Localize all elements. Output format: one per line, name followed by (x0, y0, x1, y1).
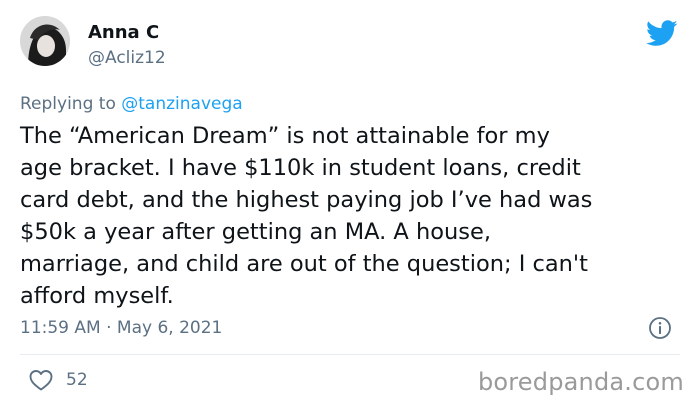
tweet-line: $50k a year after getting an MA. A house… (20, 219, 491, 245)
reply-to-handle-link[interactable]: @tanzinavega (121, 94, 242, 114)
reply-prefix: Replying to (20, 94, 122, 114)
tweet-line: afford myself. (20, 283, 174, 309)
tweet-line: age bracket. I have $110k in student loa… (20, 155, 581, 181)
tweet-line: card debt, and the highest paying job I’… (20, 187, 593, 213)
divider (20, 354, 680, 355)
display-name[interactable]: Anna C (88, 22, 159, 43)
user-handle[interactable]: @Acliz12 (88, 48, 166, 68)
avatar-image (20, 16, 70, 66)
tweet-line: marriage, and child are out of the quest… (20, 251, 588, 277)
twitter-bird-icon[interactable] (646, 20, 678, 47)
reply-context: Replying to @tanzinavega (20, 94, 243, 114)
like-button[interactable]: 52 (28, 368, 88, 392)
tweet-line: The “American Dream” is not attainable f… (20, 123, 550, 149)
watermark: boredpanda.com (477, 368, 684, 396)
tweet-timestamp-link[interactable]: 11:59 AM · May 6, 2021 (20, 318, 222, 338)
tweet-text: The “American Dream” is not attainable f… (20, 120, 685, 312)
avatar[interactable] (20, 16, 70, 66)
like-count: 52 (66, 370, 88, 390)
heart-icon (29, 370, 53, 391)
info-icon[interactable] (648, 316, 672, 340)
